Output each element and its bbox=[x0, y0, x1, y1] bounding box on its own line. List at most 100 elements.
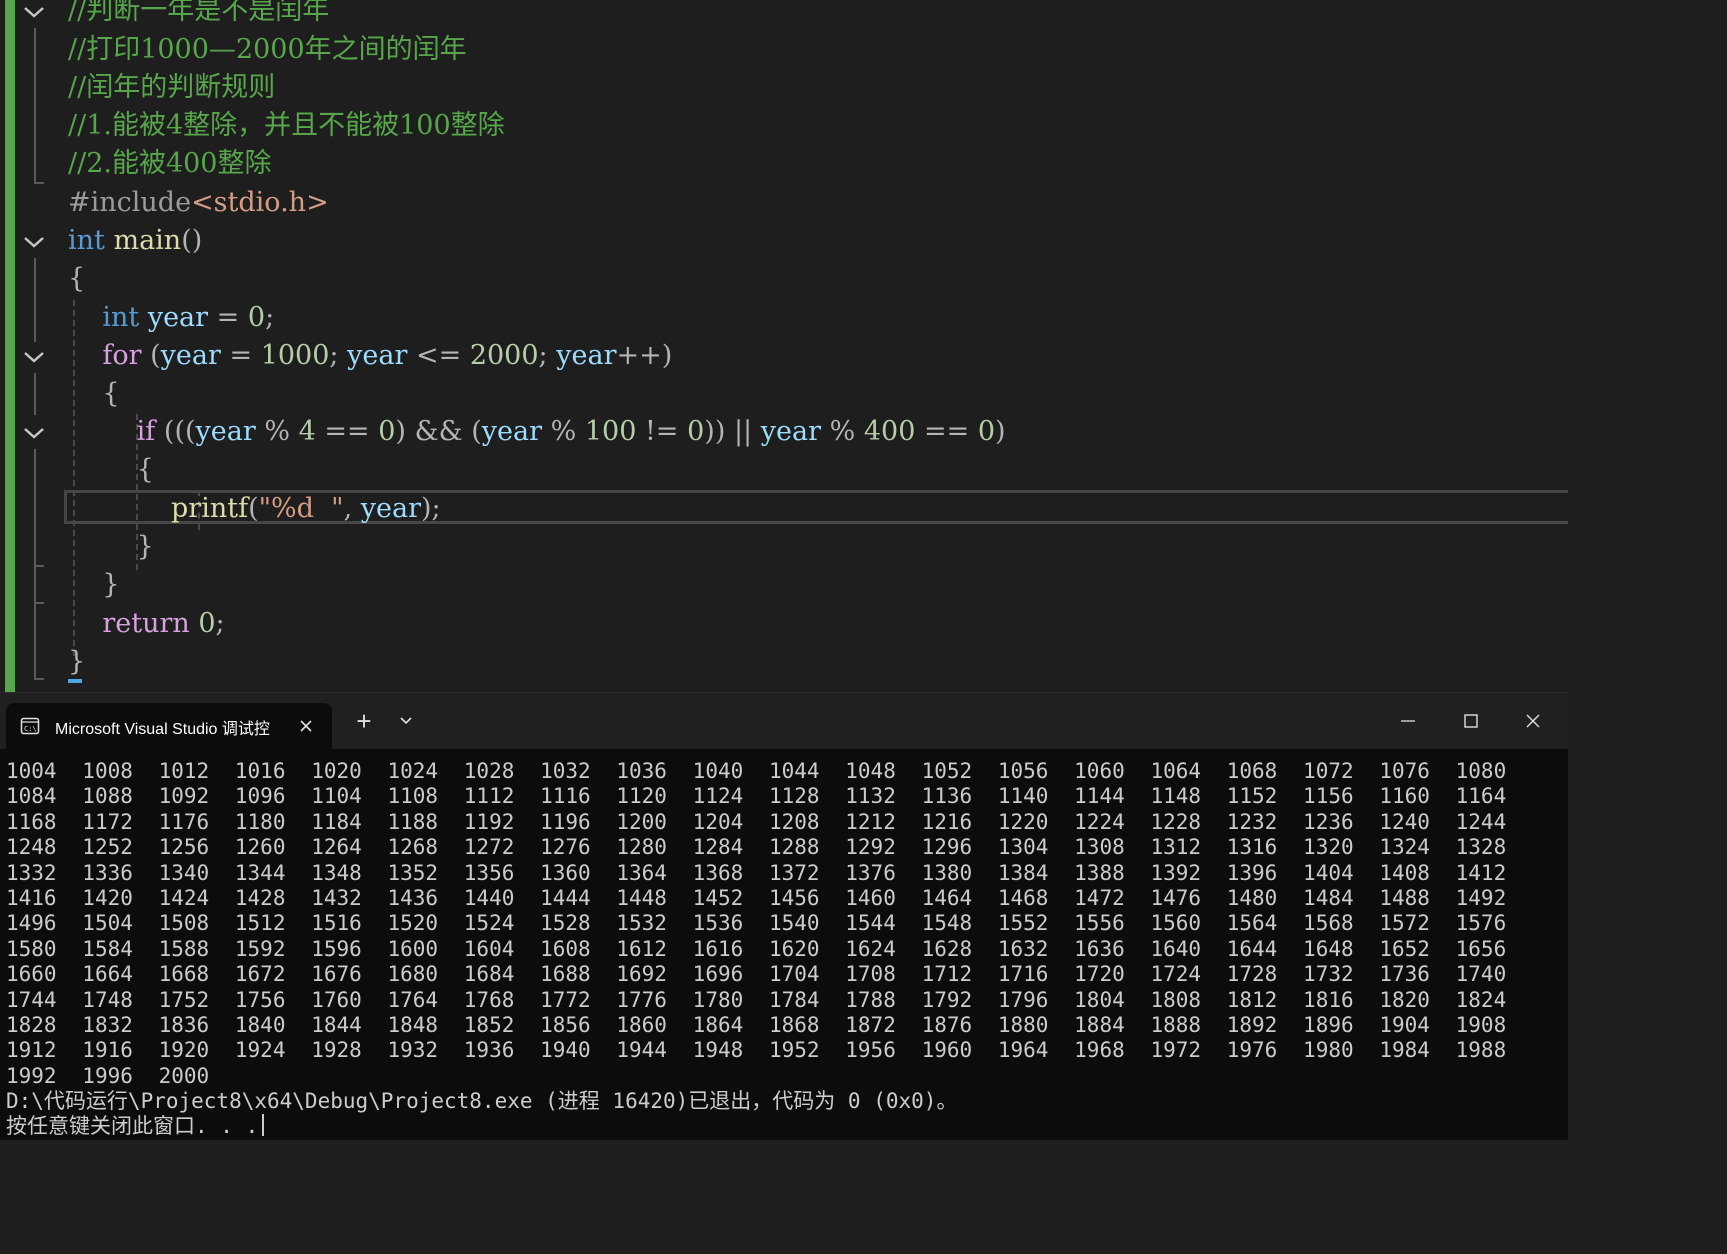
output-year: 1812 bbox=[1226, 987, 1278, 1012]
output-year: 1388 bbox=[1074, 860, 1125, 885]
output-row: 1992 1996 2000 bbox=[6, 1064, 1562, 1089]
output-year: 1796 bbox=[997, 987, 1049, 1012]
output-year: 1932 bbox=[387, 1038, 439, 1063]
output-year: 1592 bbox=[234, 936, 286, 961]
output-year: 1048 bbox=[845, 759, 896, 783]
output-year: 1200 bbox=[616, 809, 667, 834]
output-year: 1736 bbox=[1379, 962, 1430, 987]
output-row: 1084 1088 1092 1096 1104 1108 1112 1116 1120 1124… bbox=[6, 784, 1562, 809]
output-year: 1928 bbox=[311, 1038, 362, 1063]
output-year: 1228 bbox=[1150, 809, 1202, 834]
output-year: 1132 bbox=[845, 784, 896, 809]
output-year: 1484 bbox=[1303, 885, 1354, 910]
output-year: 1808 bbox=[1150, 987, 1202, 1012]
output-year: 1340 bbox=[158, 860, 210, 885]
output-year: 1512 bbox=[234, 911, 286, 936]
output-year: 1360 bbox=[540, 860, 591, 885]
output-year: 1660 bbox=[6, 962, 57, 987]
output-year: 1148 bbox=[1150, 784, 1202, 809]
new-tab-button[interactable]: + bbox=[352, 706, 376, 736]
console-output[interactable]: 1004 1008 1012 1016 1020 1024 1028 1032 1036 1040… bbox=[6, 759, 1562, 1140]
output-year: 1348 bbox=[311, 860, 362, 885]
output-year: 1672 bbox=[234, 962, 286, 987]
output-year: 1216 bbox=[921, 809, 973, 834]
maximize-icon[interactable] bbox=[1459, 709, 1483, 733]
output-year: 1224 bbox=[1074, 809, 1125, 834]
code-line-main: int main() bbox=[68, 225, 203, 256]
output-year: 1692 bbox=[616, 962, 667, 987]
code-comment: //判断一年是不是闰年 bbox=[68, 0, 330, 26]
output-year: 1124 bbox=[692, 784, 744, 809]
output-year: 1188 bbox=[387, 809, 439, 834]
output-row: 1828 1832 1836 1840 1844 1848 1852 1856 1860 1864… bbox=[6, 1013, 1562, 1038]
output-year: 1076 bbox=[1379, 759, 1430, 783]
output-row: 1332 1336 1340 1344 1348 1352 1356 1360 1364 1368… bbox=[6, 861, 1562, 886]
fold-chevron-icon[interactable] bbox=[22, 345, 46, 369]
close-tab-icon[interactable] bbox=[298, 718, 314, 734]
output-year: 1316 bbox=[1226, 835, 1278, 860]
output-year: 1816 bbox=[1303, 987, 1354, 1012]
fold-chevron-icon[interactable] bbox=[22, 0, 46, 24]
code-editor[interactable]: //判断一年是不是闰年 //打印1000—2000年之间的闰年 //闰年的判断规… bbox=[0, 0, 1568, 692]
console-scrollbar[interactable] bbox=[1562, 753, 1568, 1133]
output-year: 1604 bbox=[463, 936, 515, 961]
fold-region-line bbox=[34, 604, 36, 680]
window-titlebar[interactable]: C:\ Microsoft Visual Studio 调试控 + bbox=[0, 693, 1568, 749]
output-year: 1492 bbox=[1455, 885, 1507, 910]
output-year: 1128 bbox=[768, 784, 820, 809]
output-year: 1564 bbox=[1226, 911, 1278, 936]
output-year: 1552 bbox=[997, 911, 1049, 936]
prompt-message: 按任意键关闭此窗口. . . bbox=[6, 1114, 259, 1139]
minimize-icon[interactable] bbox=[1396, 709, 1420, 733]
fold-chevron-icon[interactable] bbox=[22, 421, 46, 445]
output-year: 1440 bbox=[463, 885, 515, 910]
output-year: 1020 bbox=[311, 759, 362, 783]
output-year: 1184 bbox=[311, 809, 362, 834]
output-year: 1408 bbox=[1379, 860, 1430, 885]
output-year: 1768 bbox=[463, 987, 515, 1012]
output-year: 1164 bbox=[1455, 784, 1507, 809]
output-row: 1168 1172 1176 1180 1184 1188 1192 1196 1200 1204… bbox=[6, 810, 1562, 835]
output-year: 1508 bbox=[158, 911, 210, 936]
output-year: 1960 bbox=[921, 1038, 973, 1063]
output-year: 1884 bbox=[1074, 1012, 1125, 1037]
output-year: 1540 bbox=[768, 911, 820, 936]
output-year: 1472 bbox=[1074, 885, 1125, 910]
fold-region-line bbox=[34, 373, 36, 415]
fold-chevron-icon[interactable] bbox=[22, 230, 46, 254]
output-year: 1828 bbox=[6, 1012, 57, 1037]
output-year: 1992 bbox=[6, 1063, 57, 1088]
output-year: 1908 bbox=[1455, 1012, 1507, 1037]
output-year: 1336 bbox=[82, 860, 133, 885]
output-year: 1804 bbox=[1074, 987, 1125, 1012]
output-year: 1792 bbox=[921, 987, 973, 1012]
output-year: 1688 bbox=[540, 962, 591, 987]
output-year: 1712 bbox=[921, 962, 973, 987]
output-year: 1924 bbox=[234, 1038, 286, 1063]
output-year: 1320 bbox=[1303, 835, 1354, 860]
code-brace: { bbox=[68, 378, 120, 409]
output-year: 1420 bbox=[82, 885, 133, 910]
output-year: 1972 bbox=[1150, 1038, 1202, 1063]
chevron-down-icon[interactable] bbox=[394, 709, 418, 733]
output-year: 1296 bbox=[921, 835, 973, 860]
output-year: 1356 bbox=[463, 860, 515, 885]
output-year: 1588 bbox=[158, 936, 210, 961]
output-year: 1724 bbox=[1150, 962, 1202, 987]
output-year: 1380 bbox=[921, 860, 973, 885]
output-year: 1944 bbox=[616, 1038, 667, 1063]
code-line-if: if (((year % 4 == 0) && (year % 100 != 0… bbox=[136, 416, 1006, 447]
output-year: 1432 bbox=[311, 885, 362, 910]
console-tab[interactable]: C:\ Microsoft Visual Studio 调试控 bbox=[6, 703, 332, 749]
output-year: 1460 bbox=[845, 885, 896, 910]
code-line-declaration: int year = 0; bbox=[102, 302, 275, 333]
output-year: 1236 bbox=[1303, 809, 1354, 834]
output-year: 1024 bbox=[387, 759, 439, 783]
code-brace: } bbox=[68, 569, 120, 600]
close-window-icon[interactable] bbox=[1521, 709, 1545, 733]
output-year: 1940 bbox=[540, 1038, 591, 1063]
code-line-for: for (year = 1000; year <= 2000; year++) bbox=[102, 340, 673, 371]
output-year: 1324 bbox=[1379, 835, 1430, 860]
debug-console-window[interactable]: C:\ Microsoft Visual Studio 调试控 + 1004 10… bbox=[0, 692, 1568, 1140]
output-year: 1904 bbox=[1379, 1012, 1430, 1037]
